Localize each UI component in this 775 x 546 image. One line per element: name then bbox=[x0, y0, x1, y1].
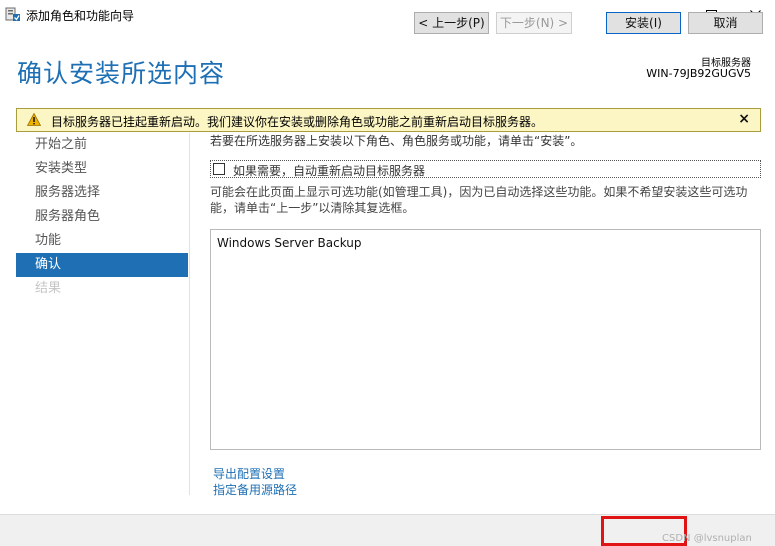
nav-item-server-roles[interactable]: 服务器角色 bbox=[16, 205, 188, 229]
warning-close-button[interactable]: × bbox=[738, 111, 750, 127]
restart-checkbox[interactable] bbox=[213, 163, 225, 175]
warning-bar: 目标服务器已挂起重新启动。我们建议你在安装或删除角色或功能之前重新启动目标服务器… bbox=[16, 108, 761, 132]
restart-option[interactable]: 如果需要，自动重新启动目标服务器 bbox=[210, 160, 761, 178]
export-configuration-link[interactable]: 导出配置设置 bbox=[213, 465, 285, 482]
nav-item-confirmation[interactable]: 确认 bbox=[16, 253, 188, 277]
install-button[interactable]: 安装(I) bbox=[606, 12, 681, 34]
optional-features-description: 可能会在此页面上显示可选功能(如管理工具)，因为已自动选择这些功能。如果不希望安… bbox=[210, 185, 748, 215]
next-button: 下一步(N) > bbox=[496, 12, 572, 34]
selected-features-list[interactable]: Windows Server Backup bbox=[210, 229, 761, 450]
nav-item-before-you-begin[interactable]: 开始之前 bbox=[16, 133, 188, 157]
restart-checkbox-label[interactable]: 如果需要，自动重新启动目标服务器 bbox=[233, 162, 425, 179]
intro-text: 若要在所选服务器上安装以下角色、角色服务或功能，请单击“安装”。 bbox=[210, 134, 583, 148]
server-manager-icon bbox=[5, 7, 20, 21]
nav-item-server-selection[interactable]: 服务器选择 bbox=[16, 181, 188, 205]
page-title: 确认安装所选内容 bbox=[17, 59, 226, 88]
nav-item-results: 结果 bbox=[35, 281, 62, 296]
nav-item-installation-type[interactable]: 安装类型 bbox=[16, 157, 188, 181]
wizard-window: 添加角色和功能向导 确认安装所选内容 目标服务器 WIN-79JB92GUGV5… bbox=[0, 0, 775, 546]
cancel-button[interactable]: 取消 bbox=[688, 12, 763, 34]
window-title: 添加角色和功能向导 bbox=[26, 9, 135, 23]
nav-divider bbox=[189, 133, 190, 495]
target-server-name: WIN-79JB92GUGV5 bbox=[646, 67, 751, 80]
wizard-nav: 开始之前 安装类型 服务器选择 服务器角色 功能 确认 结果 bbox=[16, 133, 188, 301]
watermark: CSDN @lvsnuplan bbox=[662, 533, 752, 544]
nav-item-features[interactable]: 功能 bbox=[16, 229, 188, 253]
warning-text: 目标服务器已挂起重新启动。我们建议你在安装或删除角色或功能之前重新启动目标服务器… bbox=[51, 115, 544, 129]
list-item: Windows Server Backup bbox=[217, 236, 362, 250]
previous-button[interactable]: < 上一步(P) bbox=[414, 12, 489, 34]
warning-icon bbox=[27, 113, 41, 126]
alternate-source-path-link[interactable]: 指定备用源路径 bbox=[213, 481, 297, 498]
